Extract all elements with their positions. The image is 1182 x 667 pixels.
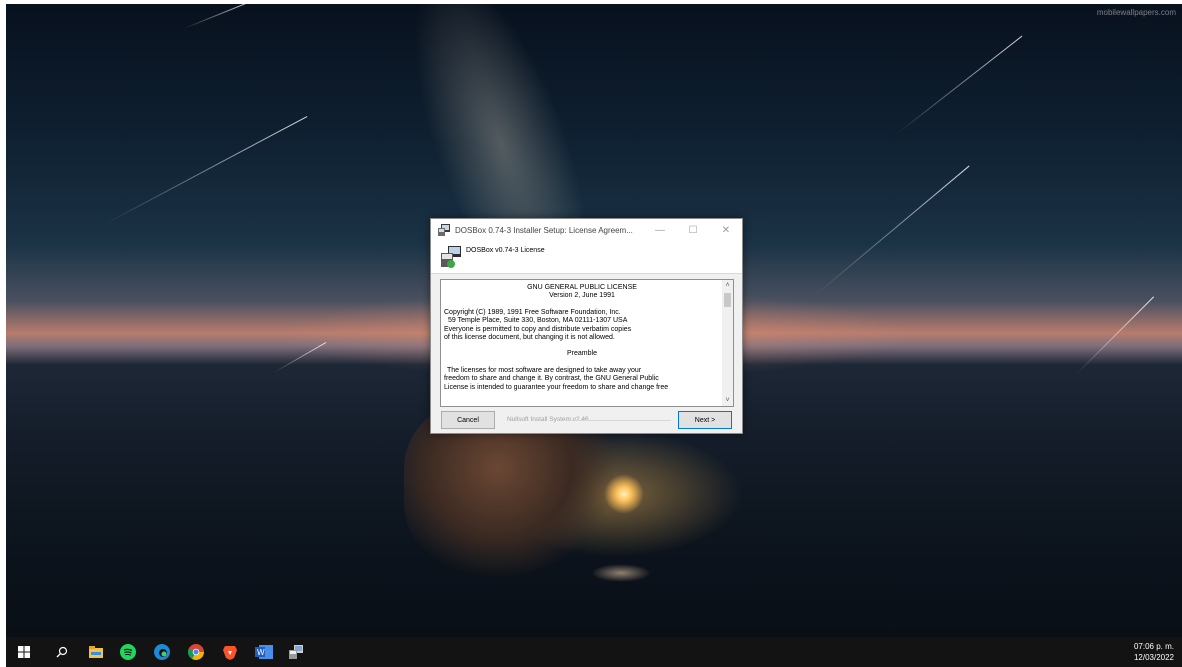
installer-window: DOSBox 0.74-3 Installer Setup: License A… [430, 218, 743, 434]
dosbox-installer-icon [438, 224, 450, 236]
taskbar: W 07:06 p. m. 12/03/2022 [6, 637, 1182, 667]
scrollbar-thumb[interactable] [724, 293, 731, 307]
license-text: GNU GENERAL PUBLIC LICENSE Version 2, Ju… [444, 284, 720, 392]
spotify-icon[interactable] [118, 642, 138, 662]
maximize-button[interactable]: ☐ [678, 219, 708, 241]
license-line: Copyright (C) 1989, 1991 Free Software F… [444, 308, 621, 316]
window-titlebar[interactable]: DOSBox 0.74-3 Installer Setup: License A… [431, 219, 742, 241]
clock-time: 07:06 p. m. [1133, 642, 1174, 651]
license-line: The licenses for most software are desig… [447, 366, 642, 374]
shooting-star [1075, 296, 1155, 375]
installer-header: DOSBox v0.74-3 License [431, 241, 742, 274]
svg-text:W: W [257, 648, 265, 657]
license-line: License is intended to guarantee your fr… [444, 383, 669, 391]
shooting-star [273, 342, 327, 373]
license-line: of this license document, but changing i… [444, 334, 615, 342]
license-line: GNU GENERAL PUBLIC LICENSE [527, 284, 637, 291]
chrome-icon[interactable] [186, 642, 206, 662]
search-icon[interactable] [52, 642, 72, 662]
shooting-star [895, 35, 1023, 135]
header-title: DOSBox v0.74-3 License [466, 247, 545, 254]
dosbox-setup-icon [441, 246, 461, 268]
clock-date: 12/03/2022 [1133, 653, 1174, 662]
sparkler-light [604, 474, 644, 514]
license-text-area[interactable]: GNU GENERAL PUBLIC LICENSE Version 2, Ju… [440, 279, 734, 407]
wallpaper-watermark: mobilewallpapers.com [1096, 8, 1176, 17]
scroll-up-icon[interactable]: ˄ [722, 280, 733, 291]
minimize-button[interactable]: — [645, 219, 675, 241]
license-line: freedom to share and change it. By contr… [444, 375, 659, 383]
brave-icon[interactable] [220, 642, 240, 662]
license-scrollbar[interactable]: ˄ ˅ [722, 280, 733, 406]
shooting-star [183, 4, 254, 29]
edge-icon[interactable] [152, 642, 172, 662]
installer-footer: Cancel Nullsoft Install System v2.46 Nex… [431, 405, 742, 433]
license-line: 59 Temple Place, Suite 330, Boston, MA 0… [448, 317, 628, 325]
license-line: Everyone is permitted to copy and distri… [444, 325, 632, 333]
word-icon[interactable]: W [254, 642, 274, 662]
water-reflection [591, 564, 651, 582]
windows-start-icon[interactable] [14, 642, 34, 662]
next-button[interactable]: Next > [678, 411, 732, 429]
close-button[interactable]: ✕ [711, 219, 741, 241]
desktop-screen: mobilewallpapers.com DOSBox 0.74-3 Insta… [6, 4, 1182, 667]
dosbox-installer-taskbar-icon[interactable] [286, 642, 306, 662]
shooting-star [815, 165, 970, 295]
license-line: Version 2, June 1991 [549, 292, 615, 300]
branding-divider [563, 420, 671, 421]
shooting-star [103, 116, 308, 225]
window-title: DOSBox 0.74-3 Installer Setup: License A… [455, 225, 633, 235]
file-explorer-icon[interactable] [86, 642, 106, 662]
license-line: Preamble [567, 350, 597, 358]
system-clock[interactable]: 07:06 p. m. 12/03/2022 [1134, 641, 1174, 663]
cancel-button[interactable]: Cancel [441, 411, 495, 429]
